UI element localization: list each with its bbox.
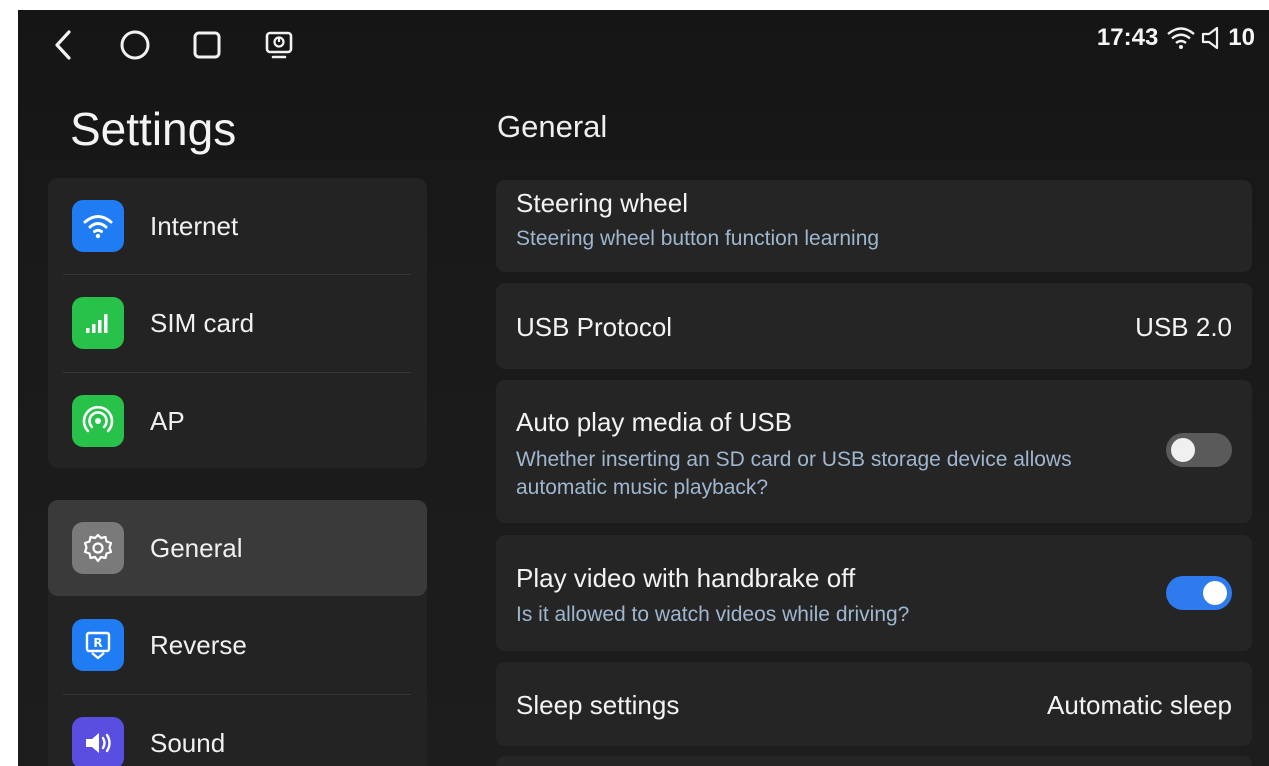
clock: 17:43 [1096,24,1159,51]
setting-title: Auto play media of USB [516,407,793,437]
sidebar-group-device: General R Reverse Sound [48,500,427,766]
screen-cast-icon [265,31,293,59]
signal-bars-icon [86,314,108,333]
status-area: 17:43 10 [1097,24,1255,52]
next-setting-card[interactable] [496,756,1252,766]
sidebar-item-reverse[interactable]: R Reverse [48,597,427,693]
settings-screen: 17:43 10 Settings General Internet SIM c… [18,10,1269,766]
steering-wheel-setting[interactable]: Steering wheel Steering wheel button fun… [496,180,1252,272]
wifi-icon [1167,27,1196,49]
sleep-settings-setting[interactable]: Sleep settings Automatic sleep [496,662,1252,746]
sidebar-item-general[interactable]: General [48,500,427,596]
handbrake-video-toggle[interactable] [1166,576,1232,610]
setting-subtitle: Is it allowed to watch videos while driv… [516,603,910,626]
sidebar-item-label: AP [150,405,185,436]
hotspot-icon [82,405,114,433]
setting-subtitle: Steering wheel button function learning [516,227,880,250]
setting-subtitle: Whether inserting an SD card or USB stor… [516,448,1072,499]
setting-title: Play video with handbrake off [516,563,856,593]
usb-protocol-setting[interactable]: USB Protocol USB 2.0 [496,283,1252,369]
section-title: General [497,109,608,144]
setting-title: Steering wheel [516,188,688,218]
back-icon [55,30,71,60]
sidebar-item-label: General [150,532,243,563]
setting-title: USB Protocol [516,312,673,342]
home-button[interactable] [118,28,152,62]
home-icon [120,30,150,60]
sidebar-item-label: Internet [150,210,239,241]
handbrake-video-setting[interactable]: Play video with handbrake off Is it allo… [496,535,1252,651]
reverse-icon-tile: R [72,619,124,671]
speaker-icon [1202,26,1219,50]
sidebar-item-label: Reverse [150,629,247,660]
setting-title: Sleep settings [516,690,680,720]
sidebar-item-sound[interactable]: Sound [48,695,427,766]
gear-icon [83,533,113,563]
sidebar-group-network: Internet SIM card AP [48,178,427,468]
screen-cast-button[interactable] [262,28,296,62]
recents-icon [193,31,221,59]
auto-play-toggle[interactable] [1166,433,1232,467]
toggle-knob [1203,581,1227,605]
sidebar-item-sim-card[interactable]: SIM card [48,275,427,371]
back-button[interactable] [46,28,80,62]
setting-value: USB 2.0 [1135,312,1232,342]
sidebar-item-ap[interactable]: AP [48,373,427,469]
page-title: Settings [70,103,237,155]
internet-icon-tile [72,200,124,252]
sim-card-icon-tile [72,297,124,349]
wifi-icon [83,215,113,239]
svg-text:R: R [93,636,102,650]
setting-value: Automatic sleep [1047,690,1232,720]
sound-icon-tile [72,717,124,766]
speaker-icon [86,733,111,753]
recents-button[interactable] [190,28,224,62]
ap-icon-tile [72,395,124,447]
volume-level: 10 [1228,24,1255,51]
general-icon-tile [72,522,124,574]
sidebar-item-internet[interactable]: Internet [48,178,427,274]
system-nav-bar [46,20,296,70]
reverse-camera-icon: R [85,631,111,660]
sidebar-item-label: SIM card [150,307,255,338]
auto-play-usb-setting[interactable]: Auto play media of USB Whether inserting… [496,380,1252,523]
toggle-knob [1171,438,1195,462]
sidebar-item-label: Sound [150,727,226,758]
